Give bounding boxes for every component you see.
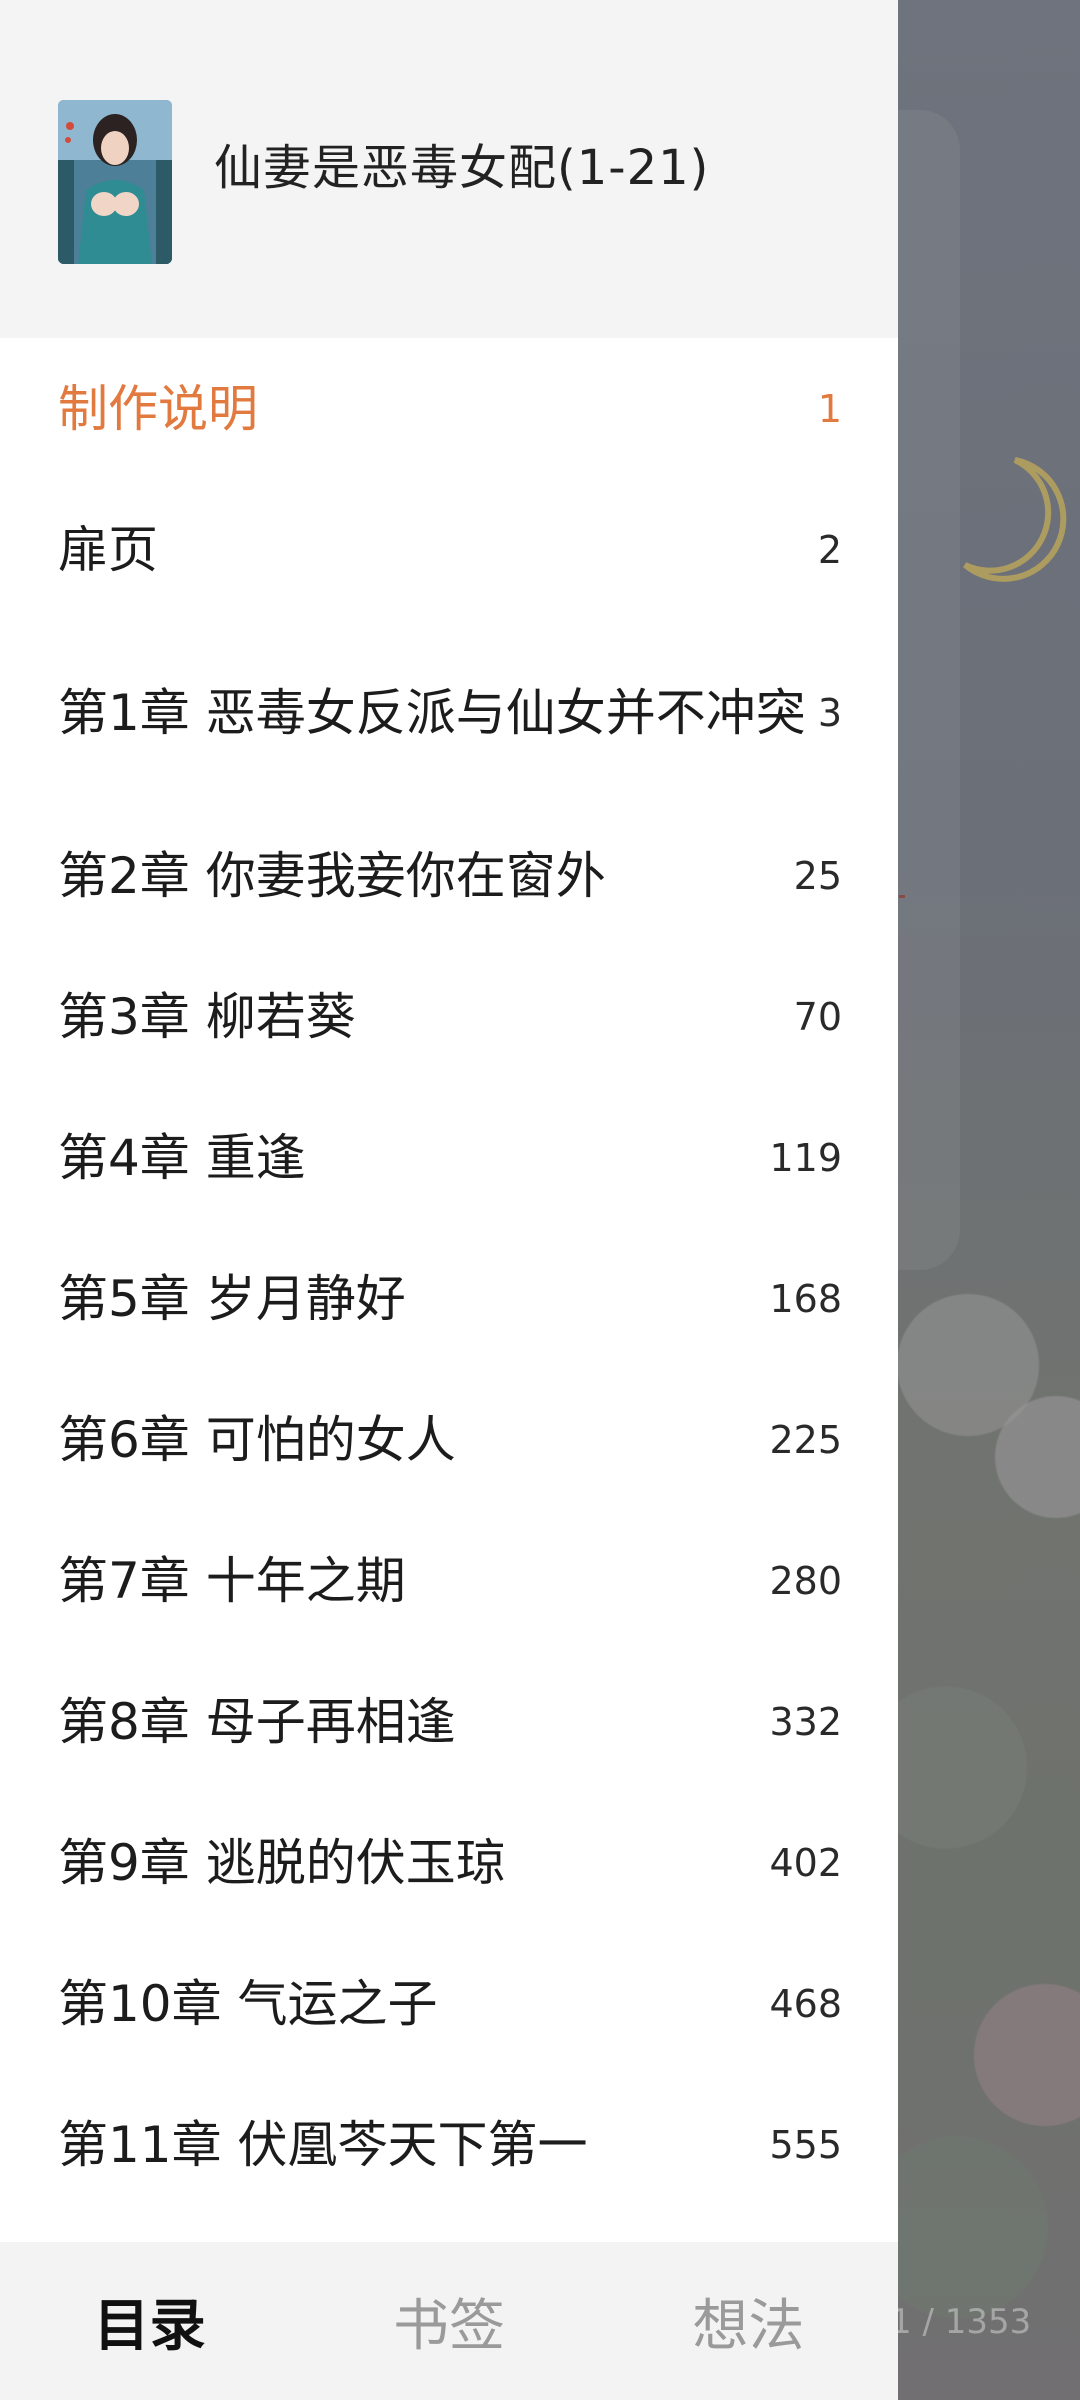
- toc-item-title: 第8章 母子再相逢: [58, 1692, 456, 1751]
- toc-item-title: 第6章 可怕的女人: [58, 1410, 456, 1469]
- page-indicator: 1 / 1353: [890, 2302, 1032, 2342]
- toc-item[interactable]: 第10章 气运之子 468: [0, 1933, 898, 2074]
- toc-item-page: 70: [793, 994, 842, 1039]
- toc-item-page: 332: [769, 1699, 842, 1744]
- flower-illustration: [880, 1250, 1080, 2400]
- screen: 1 / 1353 仙妻是恶毒女配(1-21) 制作说明 1 扉页 2 第1章 恶…: [0, 0, 1080, 2400]
- book-title: 仙妻是恶毒女配(1-21): [214, 140, 710, 196]
- toc-item-title: 第2章 你妻我妾你在窗外: [58, 846, 606, 905]
- toc-item[interactable]: 制作说明 1: [0, 338, 898, 479]
- reader-mark: [899, 895, 905, 898]
- toc-item[interactable]: 第9章 逃脱的伏玉琼 402: [0, 1792, 898, 1933]
- toc-item-title: 制作说明: [58, 379, 258, 438]
- toc-item-title: 第3章 柳若葵: [58, 987, 356, 1046]
- toc-item[interactable]: 第1章 恶毒女反派与仙女并不冲突 3: [0, 620, 898, 805]
- toc-item-page: 168: [769, 1276, 842, 1321]
- moon-decoration: [963, 457, 1067, 582]
- book-header: 仙妻是恶毒女配(1-21): [0, 0, 898, 338]
- toc-item-title: 第11章 伏凰芩天下第一: [58, 2115, 588, 2174]
- toc-item-page: 225: [769, 1417, 842, 1462]
- tab-bookmarks[interactable]: 书签: [299, 2242, 598, 2400]
- toc-item[interactable]: 扉页 2: [0, 479, 898, 620]
- toc-item-title: 第9章 逃脱的伏玉琼: [58, 1833, 506, 1892]
- toc-item-title: 第4章 重逢: [58, 1128, 306, 1187]
- tab-contents[interactable]: 目录: [0, 2242, 299, 2400]
- toc-drawer: 仙妻是恶毒女配(1-21) 制作说明 1 扉页 2 第1章 恶毒女反派与仙女并不冲突 3 第…: [0, 0, 898, 2400]
- toc-item[interactable]: 第8章 母子再相逢 332: [0, 1651, 898, 1792]
- toc-item-title: 第10章 气运之子: [58, 1974, 438, 2033]
- cover-image: [58, 100, 172, 264]
- toc-item-page: 402: [769, 1840, 842, 1885]
- toc-item-title: 第5章 岁月静好: [58, 1269, 406, 1328]
- toc-item[interactable]: 第7章 十年之期 280: [0, 1510, 898, 1651]
- toc-item-page: 280: [769, 1558, 842, 1603]
- toc-item-page: 2: [817, 527, 842, 572]
- book-cover[interactable]: [58, 100, 172, 264]
- toc-item-title: 第7章 十年之期: [58, 1551, 406, 1610]
- toc-item-page: 119: [769, 1135, 842, 1180]
- toc-item-page: 3: [817, 690, 842, 735]
- toc-item[interactable]: 第4章 重逢 119: [0, 1087, 898, 1228]
- toc-item-page: 25: [793, 853, 842, 898]
- toc-item[interactable]: 第11章 伏凰芩天下第一 555: [0, 2074, 898, 2215]
- toc-item[interactable]: 第3章 柳若葵 70: [0, 946, 898, 1087]
- toc-item-page: 468: [769, 1981, 842, 2026]
- toc-item[interactable]: 第2章 你妻我妾你在窗外 25: [0, 805, 898, 946]
- toc-item-title: 扉页: [58, 520, 158, 579]
- toc-item[interactable]: 第5章 岁月静好 168: [0, 1228, 898, 1369]
- tab-notes[interactable]: 想法: [599, 2242, 898, 2400]
- toc-list: 制作说明 1 扉页 2 第1章 恶毒女反派与仙女并不冲突 3 第2章 你妻我妾你在窗外 25 第…: [0, 338, 898, 2215]
- drawer-tab-bar: 目录 书签 想法: [0, 2242, 898, 2400]
- toc-item-page: 1: [817, 386, 842, 431]
- toc-item-page: 555: [769, 2122, 842, 2167]
- toc-item[interactable]: 第6章 可怕的女人 225: [0, 1369, 898, 1510]
- toc-item-title: 第1章 恶毒女反派与仙女并不冲突: [58, 683, 806, 742]
